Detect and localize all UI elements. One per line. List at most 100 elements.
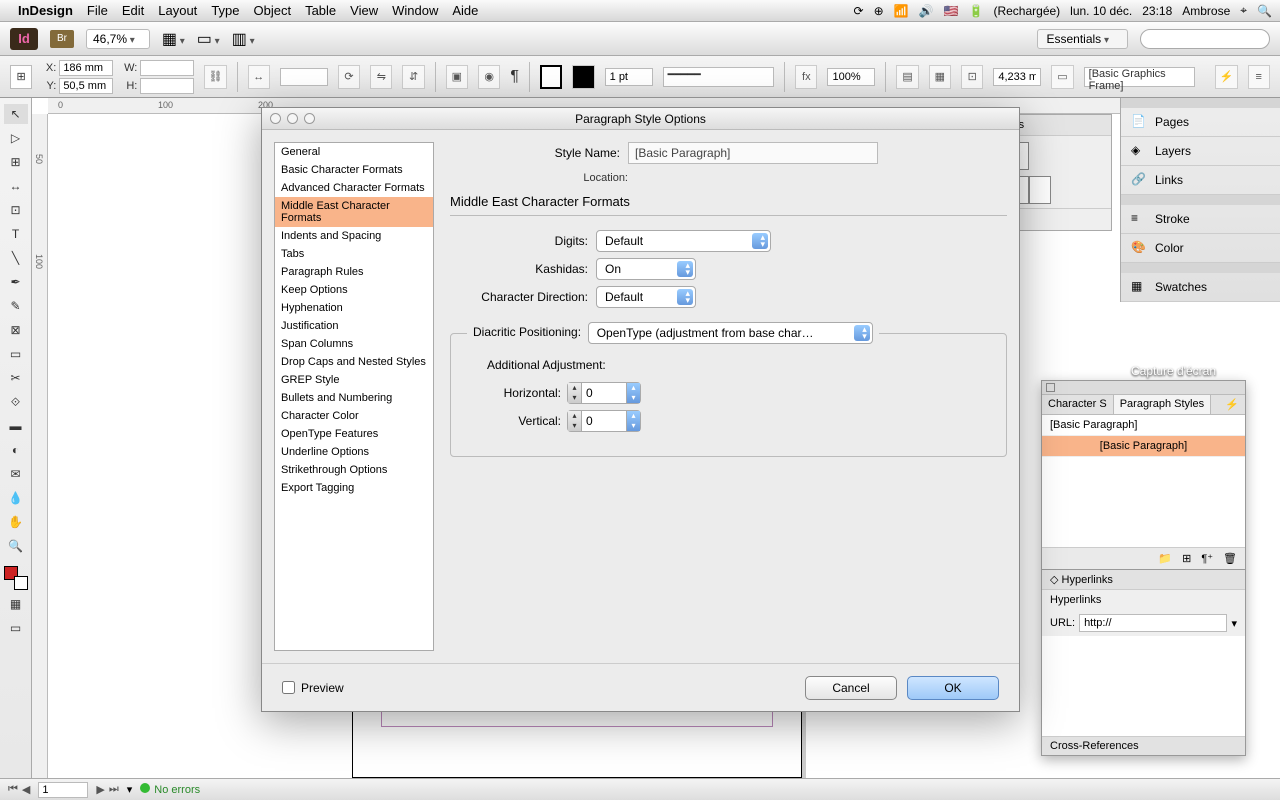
menubar-time[interactable]: 23:18 (1142, 4, 1172, 18)
cat-charcolor[interactable]: Character Color (275, 407, 433, 425)
diacritic-select[interactable]: OpenType (adjustment from base char…▴▾ (588, 322, 873, 344)
menu-file[interactable]: File (87, 3, 108, 18)
cat-keep[interactable]: Keep Options (275, 281, 433, 299)
flip-horizontal-icon[interactable]: ⇋ (370, 65, 392, 89)
stroke-weight-field[interactable] (605, 68, 653, 86)
fit-frame-icon[interactable]: ⊡ (961, 65, 983, 89)
pencil-tool[interactable]: ✎ (4, 296, 28, 316)
next-page-icon[interactable]: ▶ (96, 783, 104, 796)
cat-para-rules[interactable]: Paragraph Rules (275, 263, 433, 281)
new-folder-icon[interactable]: 📁 (1158, 552, 1172, 565)
cat-export[interactable]: Export Tagging (275, 479, 433, 497)
page-thumb[interactable] (1029, 176, 1051, 204)
app-name[interactable]: InDesign (18, 3, 73, 18)
text-wrap-bounding-icon[interactable]: ▦ (929, 65, 951, 89)
dock-swatches[interactable]: ▦Swatches (1121, 273, 1280, 302)
preflight-status[interactable]: No errors (154, 784, 200, 796)
constrain-proportions-icon[interactable]: ⛓ (204, 65, 226, 89)
menubar-date[interactable]: lun. 10 déc. (1070, 4, 1132, 18)
spin-up-icon[interactable]: ▴ (568, 411, 581, 421)
select-container-icon[interactable]: ▣ (446, 65, 468, 89)
panel-flyout-icon[interactable]: ⚡ (1219, 395, 1245, 414)
spin-up-icon[interactable]: ▴ (568, 383, 581, 393)
fit-value-field[interactable] (993, 68, 1041, 86)
opacity-field[interactable] (827, 68, 875, 86)
dock-stroke[interactable]: ≡Stroke (1121, 205, 1280, 234)
url-field[interactable] (1079, 614, 1227, 632)
kashidas-select[interactable]: On▴▾ (596, 258, 696, 280)
vertical-field[interactable] (582, 411, 626, 431)
window-minimize-icon[interactable] (287, 113, 298, 124)
gradient-feather-tool[interactable]: ◐ (4, 440, 28, 460)
horizontal-field[interactable] (582, 383, 626, 403)
rectangle-tool[interactable]: ▭ (4, 344, 28, 364)
cat-hyphenation[interactable]: Hyphenation (275, 299, 433, 317)
style-row-selected[interactable]: [Basic Paragraph] (1042, 436, 1245, 457)
chardir-select[interactable]: Default▴▾ (596, 286, 696, 308)
cat-justification[interactable]: Justification (275, 317, 433, 335)
menu-layout[interactable]: Layout (158, 3, 197, 18)
spin-down-icon[interactable]: ▾ (568, 393, 581, 403)
battery-icon[interactable]: 🔋 (969, 4, 984, 18)
dock-layers[interactable]: ◈Layers (1121, 137, 1280, 166)
free-transform-tool[interactable]: ⟐ (4, 392, 28, 412)
url-dropdown-icon[interactable]: ▾ (1231, 617, 1237, 630)
digits-select[interactable]: Default▴▾ (596, 230, 771, 252)
flip-vertical-icon[interactable]: ⇵ (402, 65, 424, 89)
menubar-user[interactable]: Ambrose (1182, 4, 1230, 18)
style-name-field[interactable] (628, 142, 878, 164)
horizontal-spinner[interactable]: ▴▾ ▴▾ (567, 382, 641, 404)
cancel-button[interactable]: Cancel (805, 676, 897, 700)
flag-icon[interactable]: 🇺🇸 (944, 4, 959, 18)
wifi-icon[interactable]: 📶 (894, 4, 909, 18)
bridge-button[interactable]: Br (50, 30, 74, 48)
menu-view[interactable]: View (350, 3, 378, 18)
quick-apply-icon[interactable]: ⚡ (1215, 65, 1237, 89)
eyedropper-tool[interactable]: 💧 (4, 488, 28, 508)
menu-table[interactable]: Table (305, 3, 336, 18)
cat-bullets[interactable]: Bullets and Numbering (275, 389, 433, 407)
hyperlinks-list[interactable] (1042, 636, 1245, 736)
cat-tabs[interactable]: Tabs (275, 245, 433, 263)
preview-checkbox[interactable]: Preview (282, 681, 344, 695)
stroke-swatch[interactable] (572, 65, 594, 89)
vertical-ruler[interactable]: 50 100 (32, 114, 48, 778)
tab-character-styles[interactable]: Character S (1042, 395, 1114, 414)
menu-type[interactable]: Type (211, 3, 239, 18)
help-search[interactable] (1140, 29, 1270, 49)
cross-references-header[interactable]: Cross-References (1042, 736, 1245, 755)
preflight-status-icon[interactable] (140, 783, 150, 793)
screen-mode-button[interactable]: ▭ (197, 29, 220, 49)
page-tool[interactable]: ⊞ (4, 152, 28, 172)
window-close-icon[interactable] (270, 113, 281, 124)
delete-style-icon[interactable]: 🗑 (1223, 552, 1237, 565)
sync-icon[interactable]: ⊕ (874, 4, 884, 18)
cat-underline[interactable]: Underline Options (275, 443, 433, 461)
zoom-level-select[interactable]: 46,7% (86, 29, 150, 49)
y-field[interactable] (59, 78, 113, 94)
scale-x-field[interactable] (280, 68, 328, 86)
text-wrap-none-icon[interactable]: ▤ (896, 65, 918, 89)
bluetooth-icon[interactable]: ⌖ (1240, 3, 1247, 18)
gap-tool[interactable]: ↔ (4, 176, 28, 196)
scissors-tool[interactable]: ✂ (4, 368, 28, 388)
dock-color[interactable]: 🎨Color (1121, 234, 1280, 263)
rotate-icon[interactable]: ⟳ (338, 65, 360, 89)
gradient-swatch-tool[interactable]: ▬ (4, 416, 28, 436)
panel-close-icon[interactable] (1046, 383, 1055, 392)
screen-mode-tool[interactable]: ▭ (4, 618, 28, 638)
last-page-icon[interactable]: ⏭ (109, 783, 119, 796)
cat-basic-char[interactable]: Basic Character Formats (275, 161, 433, 179)
rectangle-frame-tool[interactable]: ⊠ (4, 320, 28, 340)
line-tool[interactable]: ╲ (4, 248, 28, 268)
object-style-select[interactable]: [Basic Graphics Frame] (1084, 67, 1196, 87)
cat-indents[interactable]: Indents and Spacing (275, 227, 433, 245)
fill-swatch[interactable] (540, 65, 562, 89)
selection-tool[interactable]: ↖ (4, 104, 28, 124)
open-docs-icon[interactable]: ▾ (127, 783, 133, 796)
spin-down-icon[interactable]: ▾ (568, 421, 581, 431)
category-list[interactable]: General Basic Character Formats Advanced… (274, 142, 434, 651)
timemachine-icon[interactable]: ⟳ (854, 4, 864, 18)
note-tool[interactable]: ✉ (4, 464, 28, 484)
new-style-icon[interactable]: ⊞ (1182, 552, 1191, 565)
